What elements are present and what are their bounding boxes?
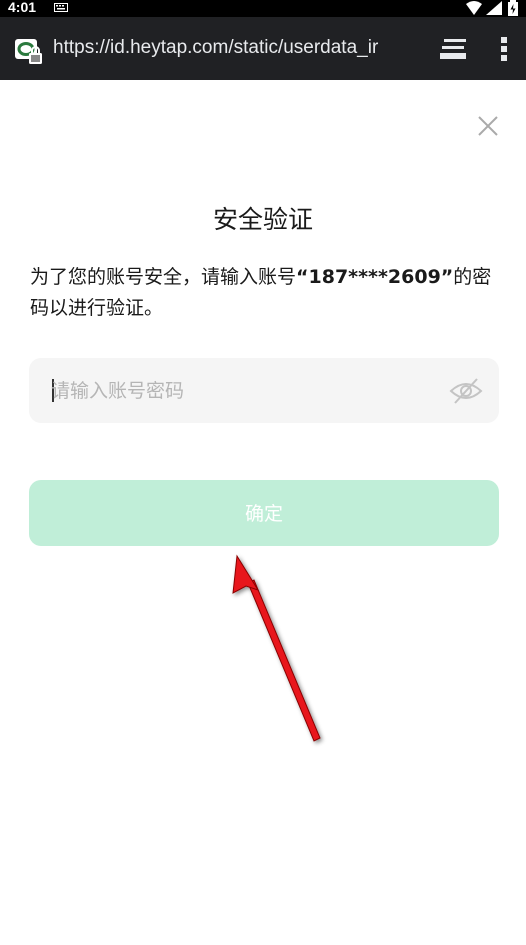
eye-off-icon[interactable] (449, 377, 483, 405)
status-bar: 4:01 (0, 0, 526, 17)
battery-icon (508, 0, 518, 16)
description-prefix: 为了您的账号安全，请输入账号 (30, 266, 297, 288)
password-field[interactable] (29, 358, 499, 423)
url-bar[interactable]: https://id.heytap.com/static/userdata_ir (53, 37, 423, 59)
signal-icon (486, 1, 502, 15)
lock-site-icon[interactable] (14, 37, 44, 67)
password-input[interactable] (51, 358, 431, 423)
status-time: 4:01 (8, 0, 37, 15)
annotation-arrow-icon (232, 554, 321, 742)
browser-toolbar: https://id.heytap.com/static/userdata_ir (0, 17, 526, 80)
tabs-icon[interactable] (440, 37, 468, 61)
wifi-icon (466, 1, 482, 15)
more-vert-icon[interactable] (500, 36, 508, 62)
page-title: 安全验证 (212, 205, 313, 234)
masked-account: “187****2609” (296, 266, 454, 288)
confirm-button[interactable]: 确定 (29, 480, 499, 546)
close-icon[interactable] (476, 114, 500, 138)
keyboard-icon (54, 3, 68, 12)
verification-description: 为了您的账号安全，请输入账号“187****2609”的密码以进行验证。 (30, 262, 500, 324)
